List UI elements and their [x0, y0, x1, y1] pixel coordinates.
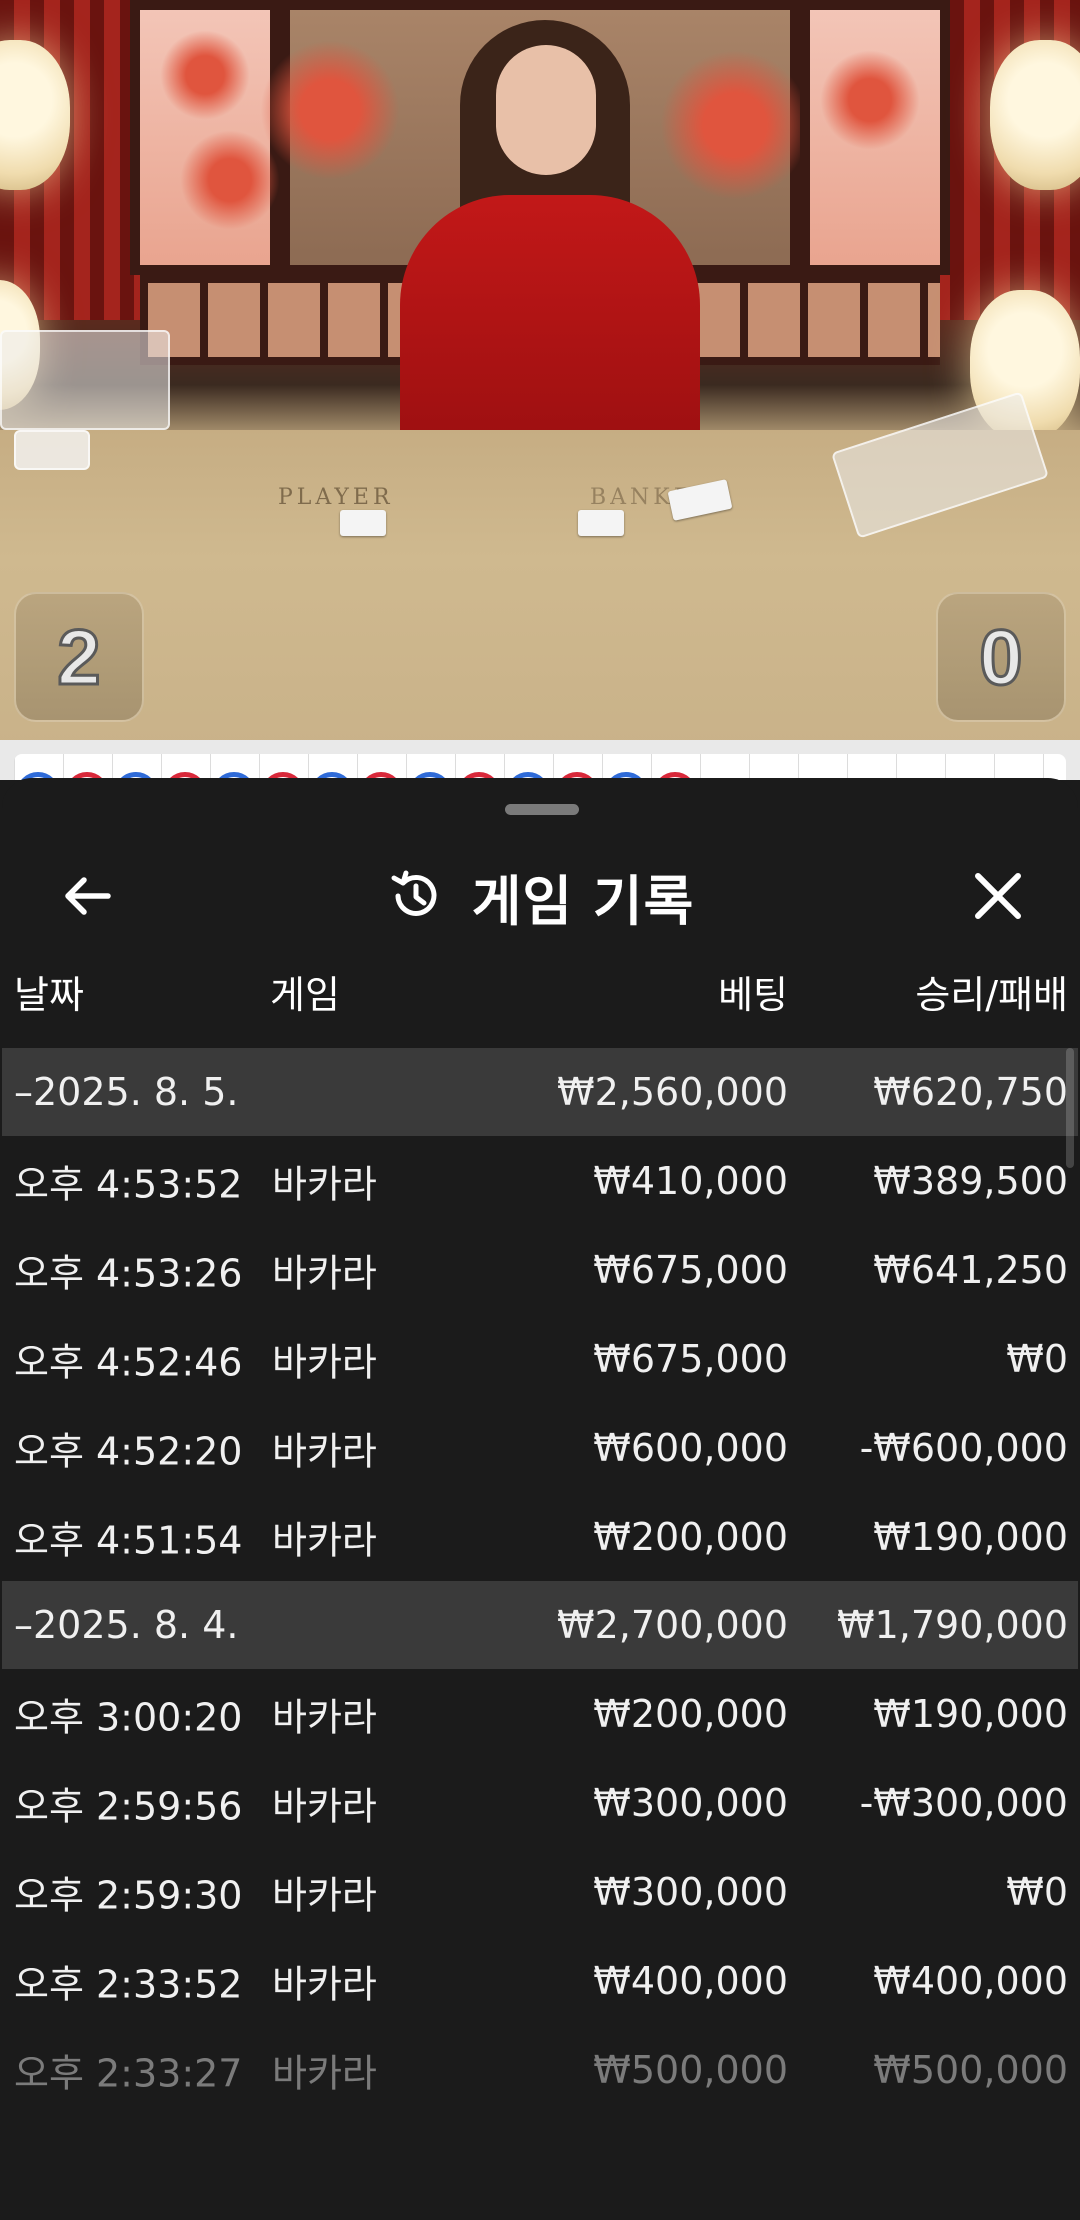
bead-road-grid [14, 754, 1066, 780]
page-title: 게임 기록 [471, 869, 695, 933]
row-game: 바카라 [272, 2051, 377, 2095]
row-game: 바카라 [272, 1518, 377, 1562]
row-win-loss: ₩641,250 [873, 1247, 1068, 1292]
row-bet: ₩675,000 [593, 1247, 788, 1292]
date-group-win-loss-total: ₩1,790,000 [837, 1603, 1068, 1647]
close-icon [975, 873, 1021, 919]
date-group-bet-total: ₩2,700,000 [557, 1603, 788, 1647]
blossom-window-right [800, 0, 950, 275]
row-game: 바카라 [272, 1873, 377, 1917]
table-row[interactable]: 오후 2:33:27 바카라 ₩500,000 ₩500,000 [2, 2025, 1078, 2114]
discard-holder [0, 330, 170, 430]
date-group-bet-total: ₩2,560,000 [557, 1070, 788, 1114]
close-button[interactable] [958, 856, 1038, 936]
lantern-right-top [990, 40, 1080, 190]
row-time: 오후 2:59:30 [14, 1873, 243, 1917]
row-win-loss: ₩0 [1006, 1869, 1068, 1914]
row-game: 바카라 [272, 1962, 377, 2006]
column-game[interactable]: 게임 [270, 964, 340, 1019]
row-win-loss: ₩0 [1006, 1336, 1068, 1381]
column-win-loss[interactable]: 승리/패배 [915, 964, 1068, 1019]
dealer-face [496, 45, 596, 175]
dealer-body [400, 195, 700, 465]
date-group-label: –2025. 8. 4. [14, 1603, 239, 1647]
column-date[interactable]: 날짜 [14, 964, 84, 1019]
row-game: 바카라 [272, 1251, 377, 1295]
row-time: 오후 4:53:26 [14, 1251, 243, 1295]
history-icon [391, 870, 437, 916]
table-row[interactable]: 오후 4:53:52 바카라 ₩410,000 ₩389,500 [2, 1136, 1078, 1225]
row-game: 바카라 [272, 1695, 377, 1739]
banker-score: 0 [936, 592, 1066, 722]
history-table: –2025. 8. 5. ₩2,560,000 ₩620,750 오후 4:53:52… [2, 1048, 1078, 2114]
column-bet[interactable]: 베팅 [718, 964, 788, 1019]
row-bet: ₩400,000 [593, 1958, 788, 2003]
table-row[interactable]: 오후 4:52:46 바카라 ₩675,000 ₩0 [2, 1314, 1078, 1403]
banker-card [578, 510, 624, 536]
row-bet: ₩600,000 [593, 1425, 788, 1470]
row-time: 오후 4:52:20 [14, 1429, 243, 1473]
player-score: 2 [14, 592, 144, 722]
game-history-sheet: 게임 기록 날짜 게임 베팅 승리/패배 –2025. 8. 5. ₩2,560,… [2, 778, 1078, 2220]
bead-road-strip [0, 740, 1080, 780]
blossom-window-left [130, 0, 280, 275]
sheet-drag-handle[interactable] [505, 804, 579, 815]
row-game: 바카라 [272, 1340, 377, 1384]
table-row[interactable]: 오후 4:51:54 바카라 ₩200,000 ₩190,000 [2, 1492, 1078, 1581]
table-row[interactable]: 오후 2:33:52 바카라 ₩400,000 ₩400,000 [2, 1936, 1078, 2025]
table-row[interactable]: 오후 4:52:20 바카라 ₩600,000 -₩600,000 [2, 1403, 1078, 1492]
sheet-header: 게임 기록 [2, 828, 1078, 958]
row-game: 바카라 [272, 1784, 377, 1828]
player-card [340, 510, 386, 536]
row-bet: ₩300,000 [593, 1869, 788, 1914]
table-row[interactable]: 오후 2:59:56 바카라 ₩300,000 -₩300,000 [2, 1758, 1078, 1847]
row-game: 바카라 [272, 1429, 377, 1473]
row-bet: ₩675,000 [593, 1336, 788, 1381]
row-bet: ₩200,000 [593, 1691, 788, 1736]
row-win-loss: ₩400,000 [873, 1958, 1068, 2003]
date-group-row[interactable]: –2025. 8. 5. ₩2,560,000 ₩620,750 [2, 1048, 1078, 1136]
table-row[interactable]: 오후 2:59:30 바카라 ₩300,000 ₩0 [2, 1847, 1078, 1936]
row-win-loss: ₩190,000 [873, 1514, 1068, 1559]
row-bet: ₩300,000 [593, 1780, 788, 1825]
table-header: 날짜 게임 베팅 승리/패배 [2, 946, 1078, 1026]
row-win-loss: -₩300,000 [859, 1780, 1068, 1825]
row-time: 오후 2:33:52 [14, 1962, 243, 2006]
row-bet: ₩200,000 [593, 1514, 788, 1559]
felt-player-label: PLAYER [278, 485, 394, 510]
row-time: 오후 2:33:27 [14, 2051, 243, 2095]
row-bet: ₩410,000 [593, 1158, 788, 1203]
row-time: 오후 4:51:54 [14, 1518, 243, 1562]
live-video-stream: PLAYER BANKER 2 0 [0, 0, 1080, 740]
date-group-row[interactable]: –2025. 8. 4. ₩2,700,000 ₩1,790,000 [2, 1581, 1078, 1669]
date-group-win-loss-total: ₩620,750 [873, 1070, 1068, 1114]
row-win-loss: ₩389,500 [873, 1158, 1068, 1203]
scrollbar[interactable] [1066, 1048, 1074, 1168]
row-win-loss: ₩500,000 [873, 2047, 1068, 2092]
table-row[interactable]: 오후 4:53:26 바카라 ₩675,000 ₩641,250 [2, 1225, 1078, 1314]
row-time: 오후 4:52:46 [14, 1340, 243, 1384]
row-time: 오후 2:59:56 [14, 1784, 243, 1828]
card-stack [14, 430, 90, 470]
row-time: 오후 3:00:20 [14, 1695, 243, 1739]
table-row[interactable]: 오후 3:00:20 바카라 ₩200,000 ₩190,000 [2, 1669, 1078, 1758]
row-time: 오후 4:53:52 [14, 1162, 243, 1206]
row-win-loss: -₩600,000 [859, 1425, 1068, 1470]
row-win-loss: ₩190,000 [873, 1691, 1068, 1736]
date-group-label: –2025. 8. 5. [14, 1070, 239, 1114]
row-game: 바카라 [272, 1162, 377, 1206]
row-bet: ₩500,000 [593, 2047, 788, 2092]
sheet-title-group: 게임 기록 [2, 856, 1078, 936]
